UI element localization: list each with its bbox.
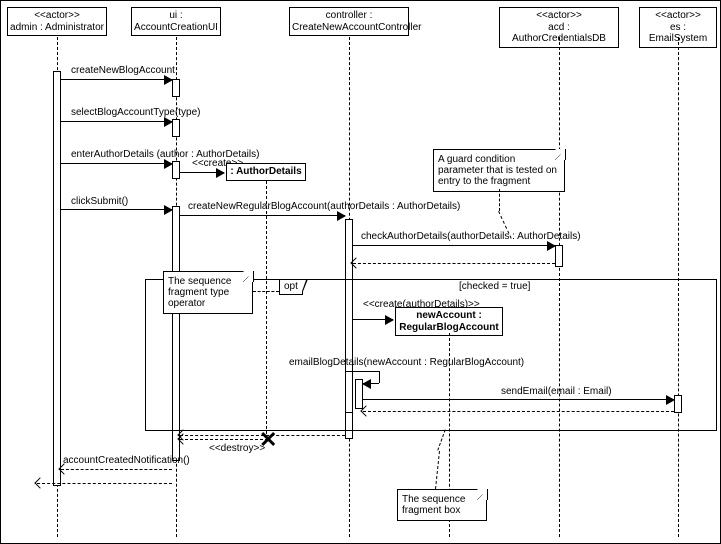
- arrow-m2: [61, 121, 172, 122]
- note-text: The sequence fragment type operator: [168, 276, 231, 309]
- opt-tab: opt: [279, 279, 303, 295]
- msg-createNewBlogAccount: createNewBlogAccount: [71, 65, 175, 76]
- arrow-destroy: [180, 439, 268, 440]
- lifeline-admin: <<actor>> admin : Administrator: [7, 7, 107, 36]
- arrow-m1: [61, 79, 172, 80]
- lifeline-label: admin : Administrator: [10, 22, 104, 34]
- msg-selectBlogAccountType: selectBlogAccountType(type): [71, 107, 201, 118]
- arrow-create-newacct: [353, 319, 393, 320]
- obj-line1: newAccount :: [398, 310, 500, 322]
- self-down: [379, 371, 380, 383]
- lifeline-label-2: CreateNewAccountController: [292, 22, 406, 34]
- note-text: The sequence fragment box: [402, 494, 465, 516]
- msg-emailBlogDetails: emailBlogDetails(newAccount : RegularBlo…: [289, 357, 524, 368]
- diagram-canvas: <<actor>> admin : Administrator ui : Acc…: [0, 0, 721, 544]
- leader-n1a: [499, 189, 500, 211]
- msg-sendEmail: sendEmail(email : Email): [501, 386, 612, 397]
- leader-n2: [253, 291, 279, 292]
- arrow-m6: [353, 245, 555, 246]
- lifeline-label-1: ui :: [134, 10, 218, 22]
- note-op: The sequence fragment type operator: [163, 271, 253, 314]
- note-fragbox: The sequence fragment box: [397, 489, 487, 521]
- self-in: [363, 383, 379, 384]
- arrow-create-ad: [180, 172, 224, 173]
- arrow-m5: [180, 215, 345, 216]
- msg-accountCreated: accountCreatedNotification(): [63, 455, 190, 466]
- bar-admin: [53, 71, 61, 486]
- guard-checked-true: [checked = true]: [459, 281, 530, 292]
- lifeline-label-1: controller :: [292, 10, 406, 22]
- opt-label: opt: [284, 281, 298, 292]
- bar-ui-3: [172, 161, 180, 179]
- arrow-m9: [363, 399, 674, 400]
- leader-n3b: [435, 451, 440, 489]
- lifeline-ui: ui : AccountCreationUI: [131, 7, 221, 36]
- return-m6: [353, 263, 555, 264]
- return-m9: [363, 411, 674, 412]
- obj-newaccount: newAccount : RegularBlogAccount: [395, 307, 503, 336]
- arrow-m4: [61, 209, 172, 210]
- note-text: A guard condition parameter that is test…: [438, 154, 557, 187]
- self-out: [353, 371, 379, 372]
- bar-ui-2: [172, 119, 180, 137]
- bar-ui-1: [172, 79, 180, 97]
- bar-acd: [555, 245, 563, 267]
- obj-authordetails: : AuthorDetails: [226, 163, 306, 181]
- stereotype: <<actor>>: [642, 10, 714, 22]
- msg-clickSubmit: clickSubmit(): [71, 196, 128, 207]
- lifeline-label-2: AccountCreationUI: [134, 22, 218, 34]
- arrow-m11: [61, 469, 172, 470]
- msg-destroy: <<destroy>>: [209, 443, 265, 454]
- stereotype: <<actor>>: [10, 10, 104, 22]
- stereotype: <<actor>>: [502, 10, 616, 22]
- leader-n3a: [437, 429, 445, 450]
- note-guard: A guard condition parameter that is test…: [433, 149, 565, 192]
- lifeline-controller: controller : CreateNewAccountController: [289, 7, 409, 36]
- arrow-m3: [61, 163, 172, 164]
- obj-line2: RegularBlogAccount: [398, 322, 500, 334]
- destroy-x-icon: ✕: [259, 427, 277, 453]
- arrow-m11b: [37, 483, 172, 484]
- msg-createNewRegular: createNewRegularBlogAccount(authorDetail…: [188, 201, 460, 212]
